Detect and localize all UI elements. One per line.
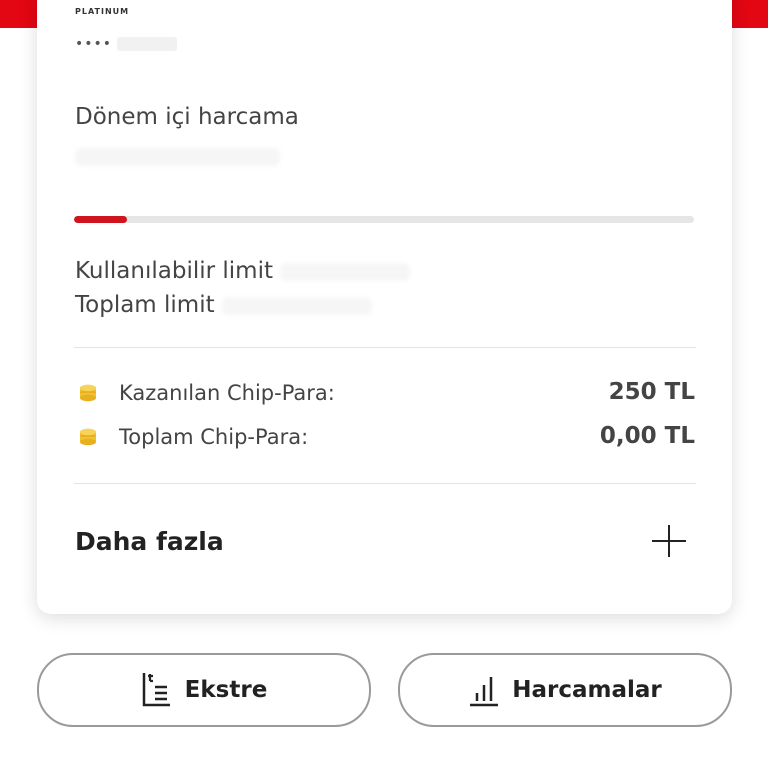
masked-number-blur <box>117 37 178 51</box>
more-details-label: Daha fazla <box>75 527 224 556</box>
statement-button[interactable]: Ekstre <box>37 653 371 727</box>
bar-chart-icon <box>470 677 499 707</box>
total-chip-para-label: Toplam Chip-Para: <box>119 425 309 449</box>
masked-card-number: •••• <box>75 36 178 52</box>
statement-button-label: Ekstre <box>184 677 268 703</box>
divider <box>74 483 696 484</box>
total-limit-label: Toplam limit <box>75 292 215 318</box>
earned-chip-para-value: 250 TL <box>608 379 695 405</box>
spending-button-label: Harcamalar <box>512 677 662 703</box>
coin-stack-icon <box>80 428 96 446</box>
more-details-toggle[interactable]: Daha fazla <box>75 523 697 563</box>
available-limit-label: Kullanılabilir limit <box>75 258 273 284</box>
statement-icon <box>142 673 170 707</box>
limit-progress-bar <box>74 216 694 223</box>
available-limit-row: Kullanılabilir limit <box>75 258 411 284</box>
total-chip-para-row: Toplam Chip-Para: 0,00 TL <box>79 423 695 453</box>
spending-button[interactable]: Harcamalar <box>398 653 732 727</box>
total-limit-masked <box>221 296 372 315</box>
header-band-right <box>730 0 768 28</box>
total-limit-row: Toplam limit <box>75 292 372 318</box>
plus-icon[interactable] <box>651 523 687 559</box>
card-tier-label: PLATINUM <box>75 7 130 16</box>
period-spending-amount-masked <box>75 148 280 166</box>
total-chip-para-value: 0,00 TL <box>599 423 695 449</box>
header-band-left <box>0 0 40 28</box>
earned-chip-para-row: Kazanılan Chip-Para: 250 TL <box>79 379 695 409</box>
limit-progress-fill <box>74 216 127 223</box>
period-spending-label: Dönem içi harcama <box>75 104 299 130</box>
coin-stack-icon <box>80 384 96 402</box>
earned-chip-para-label: Kazanılan Chip-Para: <box>119 381 335 405</box>
divider <box>74 347 696 348</box>
available-limit-masked <box>280 262 411 281</box>
credit-card-summary: ■■■ PLATINUM •••• Dönem içi harcama Kull… <box>37 0 732 614</box>
